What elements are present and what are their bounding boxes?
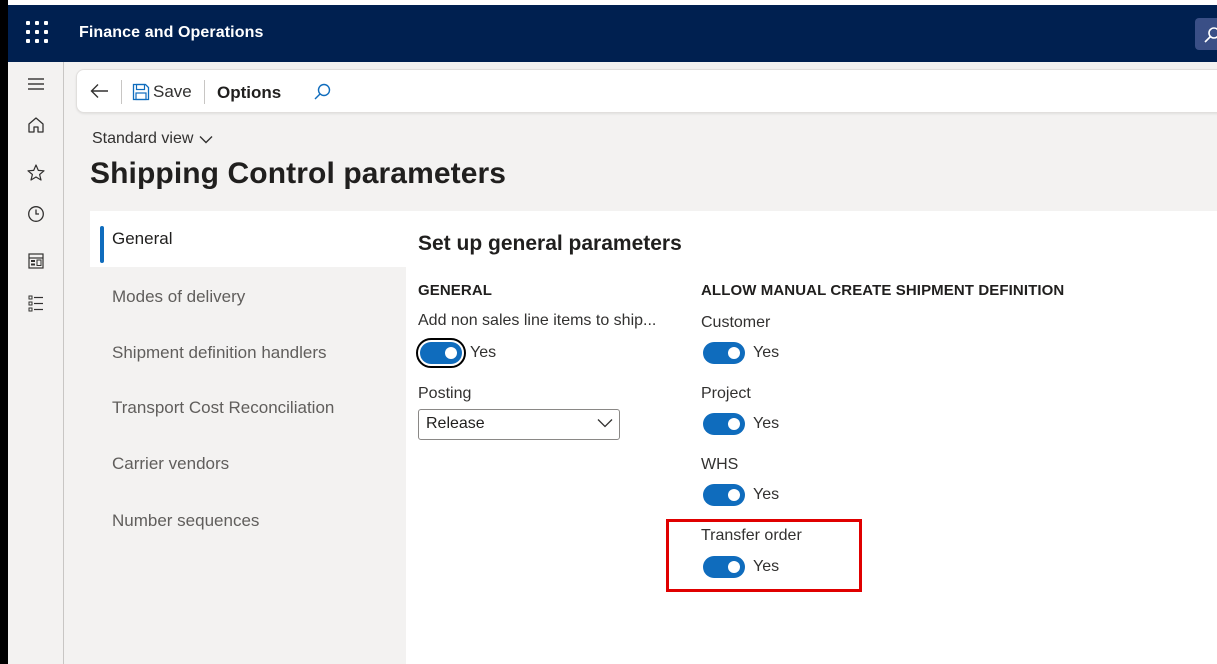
app-title[interactable]: Finance and Operations [79,24,263,42]
add-non-sales-label: Add non sales line items to ship... [418,312,657,329]
group-heading-general: GENERAL [418,282,493,299]
options-tab[interactable]: Options [217,83,281,103]
tab-content-panel: Set up general parameters GENERAL Add no… [406,211,1217,664]
tab-shipment-definition-handlers[interactable]: Shipment definition handlers [90,325,406,381]
customer-label: Customer [701,314,771,331]
toggle-value: Yes [753,344,780,361]
view-selector[interactable]: Standard view [92,130,213,148]
vertical-tab-list: General Modes of delivery Shipment defin… [90,211,406,664]
project-label: Project [701,385,751,402]
project-toggle[interactable]: Yes [703,413,779,435]
app-window: Finance and Operations Save Options Stan… [0,0,1217,664]
navigation-rail [8,62,64,664]
save-label: Save [153,82,192,101]
app-launcher-icon[interactable] [26,21,48,43]
chevron-down-icon [199,135,213,143]
modules-icon[interactable] [24,292,48,316]
tab-number-sequences[interactable]: Number sequences [90,493,406,549]
whs-label: WHS [701,456,739,473]
tab-transport-cost-reconciliation[interactable]: Transport Cost Reconciliation [90,380,406,436]
tab-label: Shipment definition handlers [112,343,327,362]
back-button[interactable] [89,80,111,102]
chevron-down-icon [597,419,613,428]
toggle-track [703,413,745,435]
search-icon [1204,27,1217,43]
window-edge [0,0,8,664]
global-search-button[interactable] [1195,18,1217,50]
whs-toggle[interactable]: Yes [703,484,779,506]
toggle-track [416,338,466,368]
posting-value: Release [426,415,485,432]
toggle-value: Yes [753,415,780,432]
tab-label: Number sequences [112,511,260,530]
tab-label: General [112,229,173,248]
save-button[interactable]: Save [132,80,192,104]
home-icon[interactable] [24,113,48,137]
page-title: Shipping Control parameters [90,157,507,190]
search-icon [314,83,331,100]
divider [204,80,205,104]
toggle-track [703,484,745,506]
tab-carrier-vendors[interactable]: Carrier vendors [90,436,406,492]
tab-label: Modes of delivery [112,287,246,306]
star-icon[interactable] [24,161,48,185]
divider [121,80,122,104]
add-non-sales-toggle[interactable]: Yes [416,338,497,368]
top-bar: Finance and Operations [8,0,1217,62]
group-heading-manual-create: ALLOW MANUAL CREATE SHIPMENT DEFINITION [701,282,1065,299]
toggle-value: Yes [470,344,497,361]
clock-icon[interactable] [24,202,48,226]
toggle-track [703,342,745,364]
tab-modes-of-delivery[interactable]: Modes of delivery [90,269,406,325]
top-bar-banner: Finance and Operations [8,5,1217,62]
tab-general[interactable]: General [90,211,406,267]
menu-icon[interactable] [24,72,48,96]
tab-label: Carrier vendors [112,454,230,473]
save-icon [132,83,150,101]
view-selector-label: Standard view [92,130,194,147]
customer-toggle[interactable]: Yes [703,342,779,364]
action-search-button[interactable] [312,82,332,102]
back-arrow-icon [90,84,108,98]
action-pane: Save Options [76,69,1217,113]
posting-label: Posting [418,385,472,402]
highlight-box [666,519,862,592]
workspace-icon[interactable] [24,249,48,273]
toggle-value: Yes [753,486,780,503]
posting-select[interactable]: Release [418,409,620,440]
section-title: Set up general parameters [418,232,682,255]
tab-label: Transport Cost Reconciliation [112,398,335,417]
